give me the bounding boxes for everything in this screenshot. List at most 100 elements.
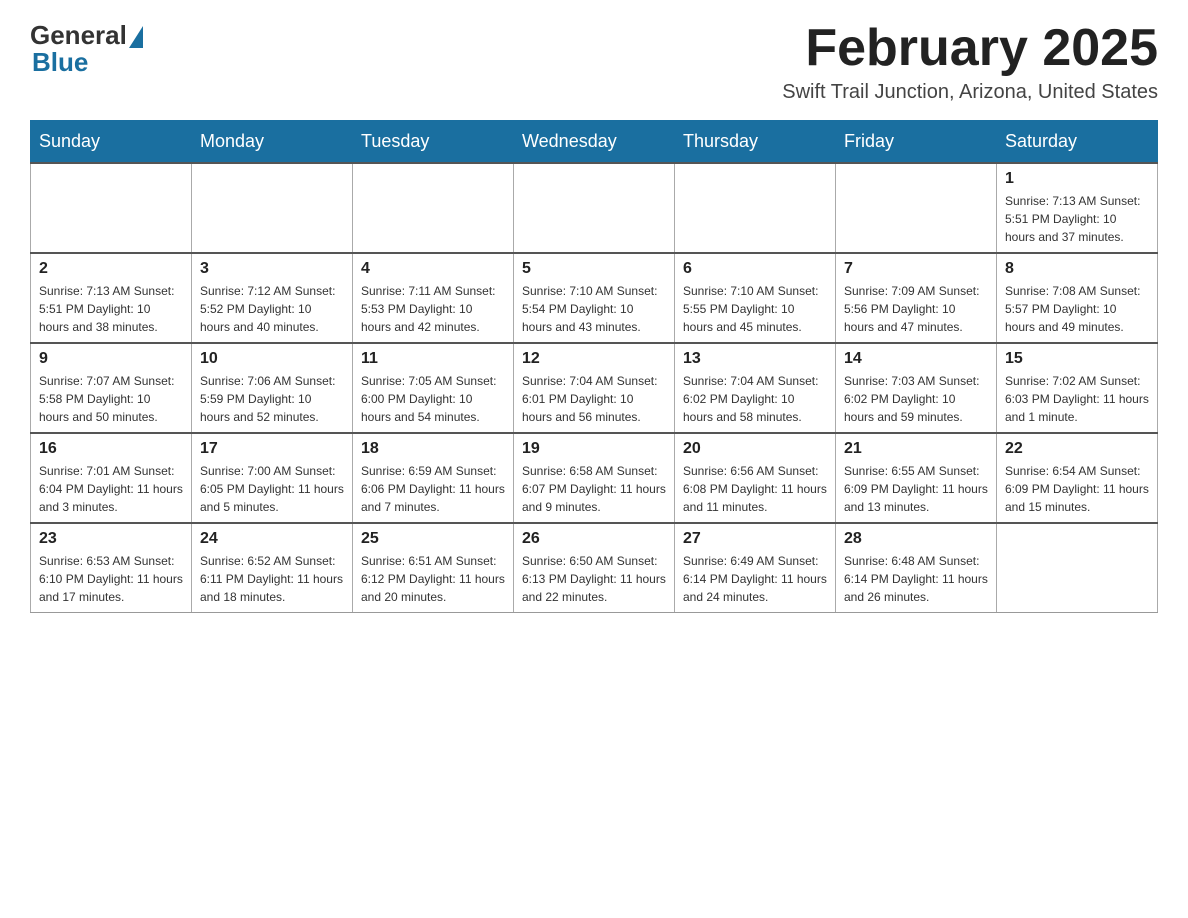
header-sunday: Sunday — [31, 121, 192, 164]
day-cell: 21Sunrise: 6:55 AM Sunset: 6:09 PM Dayli… — [836, 433, 997, 523]
day-cell: 10 Sunrise: 7:06 AM Sunset: 5:59 PM Dayli… — [192, 343, 353, 433]
day-info: Sunrise: 6:48 AM Sunset: 6:14 PM Dayligh… — [844, 552, 988, 606]
day-info: Sunrise: 7:10 AM Sunset: 5:54 PM Dayligh… — [522, 282, 666, 336]
day-cell: 23 Sunrise: 6:53 AM Sunset: 6:10 PM Dayli… — [31, 523, 192, 613]
day-cell: 24 Sunrise: 6:52 AM Sunset: 6:11 PM Dayli… — [192, 523, 353, 613]
logo-triangle-icon — [129, 26, 143, 48]
day-number: 3 — [200, 260, 344, 278]
header: General Blue February 2025 Swift Trail J… — [30, 20, 1158, 104]
day-number: 28 — [844, 530, 988, 548]
day-number: 24 — [200, 530, 344, 548]
day-cell: 9Sunrise: 7:07 AM Sunset: 5:58 PM Daylig… — [31, 343, 192, 433]
day-info: Sunrise: 7:06 AM Sunset: 5:59 PM Dayligh… — [200, 372, 344, 426]
weekday-header-row: Sunday Monday Tuesday Wednesday Thursday… — [31, 121, 1158, 164]
day-number: 16 — [39, 440, 183, 458]
day-cell: 25 Sunrise: 6:51 AM Sunset: 6:12 PM Dayli… — [353, 523, 514, 613]
day-cell — [514, 163, 675, 253]
day-info: Sunrise: 6:56 AM Sunset: 6:08 PM Dayligh… — [683, 462, 827, 516]
day-number: 17 — [200, 440, 344, 458]
header-monday: Monday — [192, 121, 353, 164]
day-cell: 26 Sunrise: 6:50 AM Sunset: 6:13 PM Dayli… — [514, 523, 675, 613]
month-title: February 2025 — [782, 20, 1158, 77]
day-number: 1 — [1005, 170, 1149, 188]
day-info: Sunrise: 6:58 AM Sunset: 6:07 PM Dayligh… — [522, 462, 666, 516]
day-number: 27 — [683, 530, 827, 548]
day-cell: 16 Sunrise: 7:01 AM Sunset: 6:04 PM Dayli… — [31, 433, 192, 523]
day-cell: 12Sunrise: 7:04 AM Sunset: 6:01 PM Dayli… — [514, 343, 675, 433]
location-title: Swift Trail Junction, Arizona, United St… — [782, 81, 1158, 104]
day-cell: 20 Sunrise: 6:56 AM Sunset: 6:08 PM Dayli… — [675, 433, 836, 523]
day-number: 14 — [844, 350, 988, 368]
day-cell: 4Sunrise: 7:11 AM Sunset: 5:53 PM Daylig… — [353, 253, 514, 343]
day-number: 12 — [522, 350, 666, 368]
day-cell: 18 Sunrise: 6:59 AM Sunset: 6:06 PM Dayli… — [353, 433, 514, 523]
day-info: Sunrise: 6:54 AM Sunset: 6:09 PM Dayligh… — [1005, 462, 1149, 516]
day-number: 8 — [1005, 260, 1149, 278]
day-number: 20 — [683, 440, 827, 458]
day-number: 2 — [39, 260, 183, 278]
day-number: 11 — [361, 350, 505, 368]
day-cell — [675, 163, 836, 253]
day-cell — [353, 163, 514, 253]
week-row-2: 2 Sunrise: 7:13 AM Sunset: 5:51 PM Daylig… — [31, 253, 1158, 343]
day-info: Sunrise: 7:00 AM Sunset: 6:05 PM Dayligh… — [200, 462, 344, 516]
day-info: Sunrise: 6:53 AM Sunset: 6:10 PM Dayligh… — [39, 552, 183, 606]
day-cell: 1 Sunrise: 7:13 AM Sunset: 5:51 PM Daylig… — [997, 163, 1158, 253]
day-info: Sunrise: 6:49 AM Sunset: 6:14 PM Dayligh… — [683, 552, 827, 606]
week-row-3: 9Sunrise: 7:07 AM Sunset: 5:58 PM Daylig… — [31, 343, 1158, 433]
day-info: Sunrise: 6:52 AM Sunset: 6:11 PM Dayligh… — [200, 552, 344, 606]
day-cell — [997, 523, 1158, 613]
day-info: Sunrise: 7:05 AM Sunset: 6:00 PM Dayligh… — [361, 372, 505, 426]
day-info: Sunrise: 7:09 AM Sunset: 5:56 PM Dayligh… — [844, 282, 988, 336]
header-thursday: Thursday — [675, 121, 836, 164]
day-cell: 7 Sunrise: 7:09 AM Sunset: 5:56 PM Daylig… — [836, 253, 997, 343]
day-cell: 8Sunrise: 7:08 AM Sunset: 5:57 PM Daylig… — [997, 253, 1158, 343]
day-info: Sunrise: 7:03 AM Sunset: 6:02 PM Dayligh… — [844, 372, 988, 426]
day-cell — [836, 163, 997, 253]
day-cell: 22 Sunrise: 6:54 AM Sunset: 6:09 PM Dayli… — [997, 433, 1158, 523]
day-cell: 17 Sunrise: 7:00 AM Sunset: 6:05 PM Dayli… — [192, 433, 353, 523]
day-info: Sunrise: 6:51 AM Sunset: 6:12 PM Dayligh… — [361, 552, 505, 606]
day-info: Sunrise: 7:04 AM Sunset: 6:02 PM Dayligh… — [683, 372, 827, 426]
day-info: Sunrise: 7:01 AM Sunset: 6:04 PM Dayligh… — [39, 462, 183, 516]
logo-blue-text: Blue — [32, 47, 88, 78]
day-number: 25 — [361, 530, 505, 548]
header-tuesday: Tuesday — [353, 121, 514, 164]
day-cell: 11 Sunrise: 7:05 AM Sunset: 6:00 PM Dayli… — [353, 343, 514, 433]
header-friday: Friday — [836, 121, 997, 164]
day-number: 19 — [522, 440, 666, 458]
day-cell: 15 Sunrise: 7:02 AM Sunset: 6:03 PM Dayli… — [997, 343, 1158, 433]
day-number: 15 — [1005, 350, 1149, 368]
week-row-5: 23 Sunrise: 6:53 AM Sunset: 6:10 PM Dayli… — [31, 523, 1158, 613]
day-number: 22 — [1005, 440, 1149, 458]
day-info: Sunrise: 7:12 AM Sunset: 5:52 PM Dayligh… — [200, 282, 344, 336]
day-info: Sunrise: 6:50 AM Sunset: 6:13 PM Dayligh… — [522, 552, 666, 606]
week-row-4: 16 Sunrise: 7:01 AM Sunset: 6:04 PM Dayli… — [31, 433, 1158, 523]
week-row-1: 1 Sunrise: 7:13 AM Sunset: 5:51 PM Daylig… — [31, 163, 1158, 253]
day-number: 4 — [361, 260, 505, 278]
calendar-table: Sunday Monday Tuesday Wednesday Thursday… — [30, 120, 1158, 613]
day-number: 7 — [844, 260, 988, 278]
day-number: 10 — [200, 350, 344, 368]
header-wednesday: Wednesday — [514, 121, 675, 164]
logo: General Blue — [30, 20, 143, 78]
day-info: Sunrise: 7:13 AM Sunset: 5:51 PM Dayligh… — [39, 282, 183, 336]
day-cell: 14 Sunrise: 7:03 AM Sunset: 6:02 PM Dayli… — [836, 343, 997, 433]
day-number: 5 — [522, 260, 666, 278]
day-number: 6 — [683, 260, 827, 278]
day-number: 23 — [39, 530, 183, 548]
day-info: Sunrise: 7:07 AM Sunset: 5:58 PM Dayligh… — [39, 372, 183, 426]
day-info: Sunrise: 7:13 AM Sunset: 5:51 PM Dayligh… — [1005, 192, 1149, 246]
title-section: February 2025 Swift Trail Junction, Ariz… — [782, 20, 1158, 104]
day-number: 18 — [361, 440, 505, 458]
day-cell — [192, 163, 353, 253]
day-cell: 28 Sunrise: 6:48 AM Sunset: 6:14 PM Dayli… — [836, 523, 997, 613]
day-cell: 3 Sunrise: 7:12 AM Sunset: 5:52 PM Daylig… — [192, 253, 353, 343]
day-info: Sunrise: 6:55 AM Sunset: 6:09 PM Dayligh… — [844, 462, 988, 516]
day-info: Sunrise: 7:02 AM Sunset: 6:03 PM Dayligh… — [1005, 372, 1149, 426]
day-info: Sunrise: 6:59 AM Sunset: 6:06 PM Dayligh… — [361, 462, 505, 516]
day-cell: 13Sunrise: 7:04 AM Sunset: 6:02 PM Dayli… — [675, 343, 836, 433]
day-cell: 6 Sunrise: 7:10 AM Sunset: 5:55 PM Daylig… — [675, 253, 836, 343]
day-number: 26 — [522, 530, 666, 548]
day-info: Sunrise: 7:10 AM Sunset: 5:55 PM Dayligh… — [683, 282, 827, 336]
